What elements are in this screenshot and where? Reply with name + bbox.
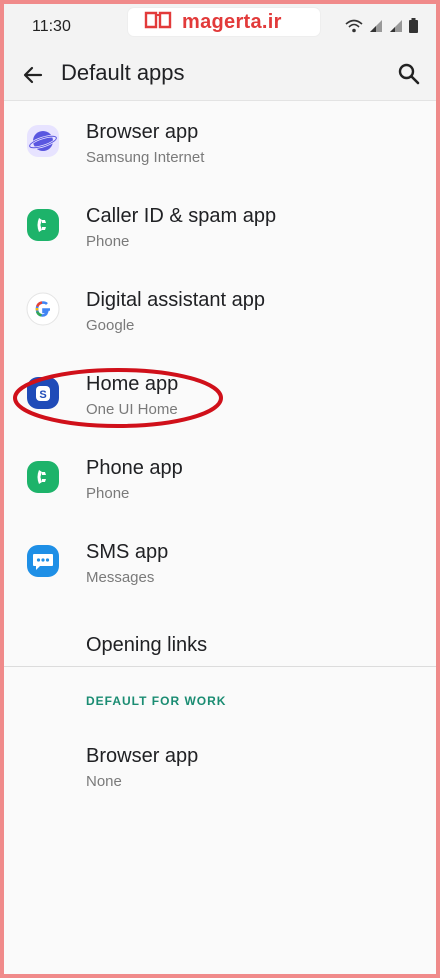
battery-icon [409,18,418,33]
item-subtitle: Phone [86,485,130,502]
watermark-banner: magerta.ir [128,8,320,36]
back-arrow-icon[interactable] [20,62,46,88]
list-item-work-browser-app[interactable]: Browser app None [4,724,436,808]
list-item-browser-app[interactable]: Browser app Samsung Internet [4,100,436,184]
wifi-icon [345,19,363,33]
item-label: Opening links [86,634,208,656]
samsung-internet-icon [26,124,60,158]
phone-app-icon [26,460,60,494]
status-bar: 11:30 magerta.ir [4,4,436,50]
item-label: Browser app [86,121,199,143]
item-label: Caller ID & spam app [86,205,277,227]
page-title: Default apps [61,60,185,85]
one-ui-home-icon: S [26,376,60,410]
signal-icon [389,19,403,33]
list-item-sms-app[interactable]: SMS app Messages [4,520,436,604]
app-bar: Default apps [4,50,436,101]
item-subtitle: None [86,773,122,790]
list-item-caller-id-app[interactable]: Caller ID & spam app Phone [4,184,436,268]
list-item-opening-links[interactable]: Opening links [4,604,436,688]
item-label: Digital assistant app [86,289,265,311]
item-label: Phone app [86,457,183,479]
item-subtitle: Samsung Internet [86,149,205,166]
phone-app-icon [26,208,60,242]
item-subtitle: One UI Home [86,401,178,418]
default-apps-list: Browser app Samsung Internet Caller ID &… [4,100,436,688]
item-label: Browser app [86,745,199,767]
messages-icon [26,544,60,578]
svg-text:S: S [39,389,46,401]
item-subtitle: Messages [86,569,155,586]
section-divider [4,666,436,667]
book-logo-icon [144,10,172,35]
item-label: Home app [86,373,179,395]
screen-frame: 11:30 magerta.ir Default apps Browser ap… [0,0,440,978]
list-item-home-app[interactable]: S Home app One UI Home [4,352,436,436]
watermark-text: magerta.ir [182,10,282,33]
list-item-phone-app[interactable]: Phone app Phone [4,436,436,520]
item-label: SMS app [86,541,169,563]
item-subtitle: Phone [86,233,130,250]
work-section-title: DEFAULT FOR WORK [86,694,227,708]
search-icon[interactable] [396,61,422,87]
item-subtitle: Google [86,317,135,334]
status-icons [345,18,418,33]
signal-icon [369,19,383,33]
status-time: 11:30 [32,18,71,35]
google-icon [26,292,60,326]
list-item-digital-assistant-app[interactable]: Digital assistant app Google [4,268,436,352]
